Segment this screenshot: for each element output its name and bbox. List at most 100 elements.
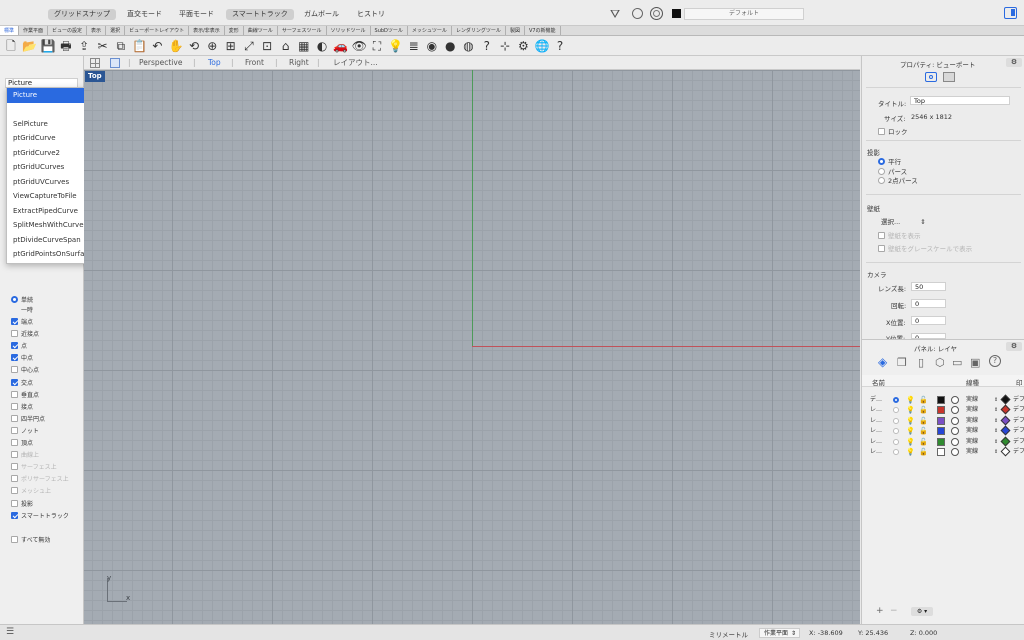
stepper-icon[interactable]: ⇕	[994, 437, 998, 447]
tab-0[interactable]: 標準	[0, 26, 20, 35]
tab-front[interactable]: Front	[245, 58, 264, 68]
osnap-item[interactable]: ポリサーフェス上	[11, 475, 69, 486]
stepper-icon[interactable]: ⇕	[994, 405, 998, 415]
lock-icon[interactable]: 🔓	[919, 447, 928, 457]
wallpaper-show-checkbox[interactable]: 壁紙を表示	[878, 230, 921, 240]
set-view-icon[interactable]: ⌂	[279, 39, 293, 53]
current-layer-icon[interactable]	[893, 417, 899, 424]
pan-hand-icon[interactable]: ✋	[169, 39, 184, 53]
print-icon[interactable]: 🖶	[59, 39, 73, 53]
layer-color-swatch[interactable]	[937, 437, 945, 446]
layer-options-icon[interactable]: ⚙ ▾	[911, 607, 933, 616]
layers-tab-icon[interactable]: ◈	[878, 355, 887, 369]
stepper-icon[interactable]: ⇕	[994, 426, 998, 436]
osnap-item[interactable]: ノット	[11, 426, 39, 438]
projection-two-point[interactable]: 2点パース	[878, 175, 918, 185]
print-color-icon[interactable]	[1000, 436, 1011, 447]
osnap-item[interactable]: 垂直点	[11, 390, 39, 402]
gumball-icon[interactable]: ⊹	[498, 39, 512, 53]
tab-10[interactable]: ソリッドツール	[327, 26, 371, 35]
planar-mode-button[interactable]: 平面モード	[173, 9, 220, 20]
four-viewport-icon[interactable]	[90, 58, 100, 68]
record-history-icon[interactable]	[632, 8, 643, 19]
light-bulb-icon[interactable]: 💡	[388, 39, 403, 53]
lens-field[interactable]: 50	[911, 282, 946, 291]
visibility-bulb-icon[interactable]: 💡	[906, 395, 915, 405]
open-folder-icon[interactable]: 📂	[22, 39, 37, 53]
wallpaper-gray-checkbox[interactable]: 壁紙をグレースケールで表示	[878, 243, 972, 253]
osnap-item[interactable]: 点	[11, 342, 27, 353]
tab-top[interactable]: Top	[208, 58, 221, 68]
layer-linetype[interactable]: 実線	[966, 426, 978, 436]
tab-layout[interactable]: レイアウト...	[333, 58, 378, 68]
units-label[interactable]: ミリメートル	[709, 629, 748, 639]
display-tab-icon[interactable]: ▣	[970, 356, 980, 369]
block-tab-icon[interactable]: ⬡	[935, 356, 945, 369]
filter-icon[interactable]: ⛛	[610, 7, 620, 22]
osnap-item[interactable]: 曲線上	[11, 451, 39, 462]
properties-gear-icon[interactable]: ⚙	[1006, 58, 1022, 67]
print-color-icon[interactable]	[1000, 415, 1011, 426]
new-file-icon[interactable]: 🗋	[4, 39, 18, 53]
options-icon[interactable]: ⚙	[516, 39, 530, 53]
stepper-icon[interactable]: ⇕	[994, 447, 998, 457]
osnap-item[interactable]: 近接点	[11, 330, 39, 341]
objects-tab-icon[interactable]: ❒	[897, 356, 907, 369]
layer-row[interactable]: レ… 💡 🔓 実線 ⇕ デフ	[870, 446, 1024, 457]
layer-linetype[interactable]: 実線	[966, 405, 978, 415]
tab-11[interactable]: SubDツール	[371, 26, 408, 35]
grid-snap-button[interactable]: グリッドスナップ	[48, 9, 116, 20]
current-layer-icon[interactable]	[893, 428, 899, 435]
wallpaper-icon[interactable]	[943, 72, 955, 82]
tab-4[interactable]: 選択	[106, 26, 126, 35]
print-color-icon[interactable]	[1000, 404, 1011, 415]
undo-icon[interactable]: ↶	[150, 39, 164, 53]
visibility-bulb-icon[interactable]: 💡	[906, 416, 915, 426]
add-layer-icon[interactable]: +	[876, 606, 884, 616]
layer-row[interactable]: デ… 💡 🔓 実線 ⇕ デフ	[870, 394, 1024, 405]
osnap-disable-all[interactable]: すべて無効	[11, 536, 50, 547]
layer-linetype[interactable]: 実線	[966, 395, 978, 405]
zoom-extents-icon[interactable]: ⤢	[242, 39, 256, 53]
layer-row[interactable]: レ… 💡 🔓 実線 ⇕ デフ	[870, 436, 1024, 447]
paste-icon[interactable]: 📋	[132, 39, 147, 53]
smart-track-button[interactable]: スマートトラック	[226, 9, 294, 20]
lock-icon[interactable]: 🔓	[919, 405, 928, 415]
layers-gear-icon[interactable]: ⚙	[1006, 342, 1022, 351]
tab-6[interactable]: 表示/非表示	[189, 26, 225, 35]
layer-color-swatch[interactable]	[937, 416, 945, 425]
current-layer-icon[interactable]	[893, 449, 899, 455]
current-layer-icon[interactable]	[893, 407, 899, 414]
sidebar-toggle-icon[interactable]	[1004, 7, 1017, 19]
help-icon[interactable]: ?	[480, 39, 494, 53]
tab-15[interactable]: V7の新機能	[525, 26, 561, 35]
current-layer-icon[interactable]	[893, 438, 899, 445]
osnap-item[interactable]: 投影	[11, 499, 33, 511]
visibility-bulb-icon[interactable]: 💡	[906, 426, 915, 436]
zoom-window-icon[interactable]: ⊞	[224, 39, 238, 53]
notes-tab-icon[interactable]: ▭	[952, 356, 962, 369]
osnap-item[interactable]: 中心点	[11, 366, 39, 377]
cplane-select[interactable]: 作業平面 ⇕	[759, 628, 800, 638]
tab-2[interactable]: ビューの設定	[48, 26, 88, 35]
title-field[interactable]: Top	[910, 96, 1010, 105]
osnap-mode-temporary[interactable]: 一時	[21, 306, 33, 317]
document-tab-icon[interactable]: ▯	[918, 356, 924, 369]
print-color-icon[interactable]	[1000, 425, 1011, 436]
copy-icon[interactable]: ⧉	[114, 39, 128, 53]
osnap-item[interactable]: 頂点	[11, 439, 33, 450]
osnap-item[interactable]: 四半円点	[11, 414, 45, 426]
render-sphere-icon[interactable]: ◍	[462, 39, 476, 53]
tab-5[interactable]: ビューポートレイアウト	[125, 26, 190, 35]
material-circle-icon[interactable]	[951, 416, 959, 425]
current-layer-icon[interactable]	[893, 397, 899, 403]
cut-icon[interactable]: ✂	[96, 39, 110, 53]
layer-row[interactable]: レ… 💡 🔓 実線 ⇕ デフ	[870, 415, 1024, 426]
command-history-icon[interactable]: ☰	[6, 627, 14, 637]
material-circle-icon[interactable]	[951, 437, 959, 446]
material-circle-icon[interactable]	[951, 396, 959, 404]
ortho-mode-button[interactable]: 直交モード	[121, 9, 168, 20]
lock-icon[interactable]: 🔓	[919, 426, 928, 436]
layer-row[interactable]: レ… 💡 🔓 実線 ⇕ デフ	[870, 425, 1024, 436]
save-icon[interactable]: 💾	[41, 39, 56, 53]
